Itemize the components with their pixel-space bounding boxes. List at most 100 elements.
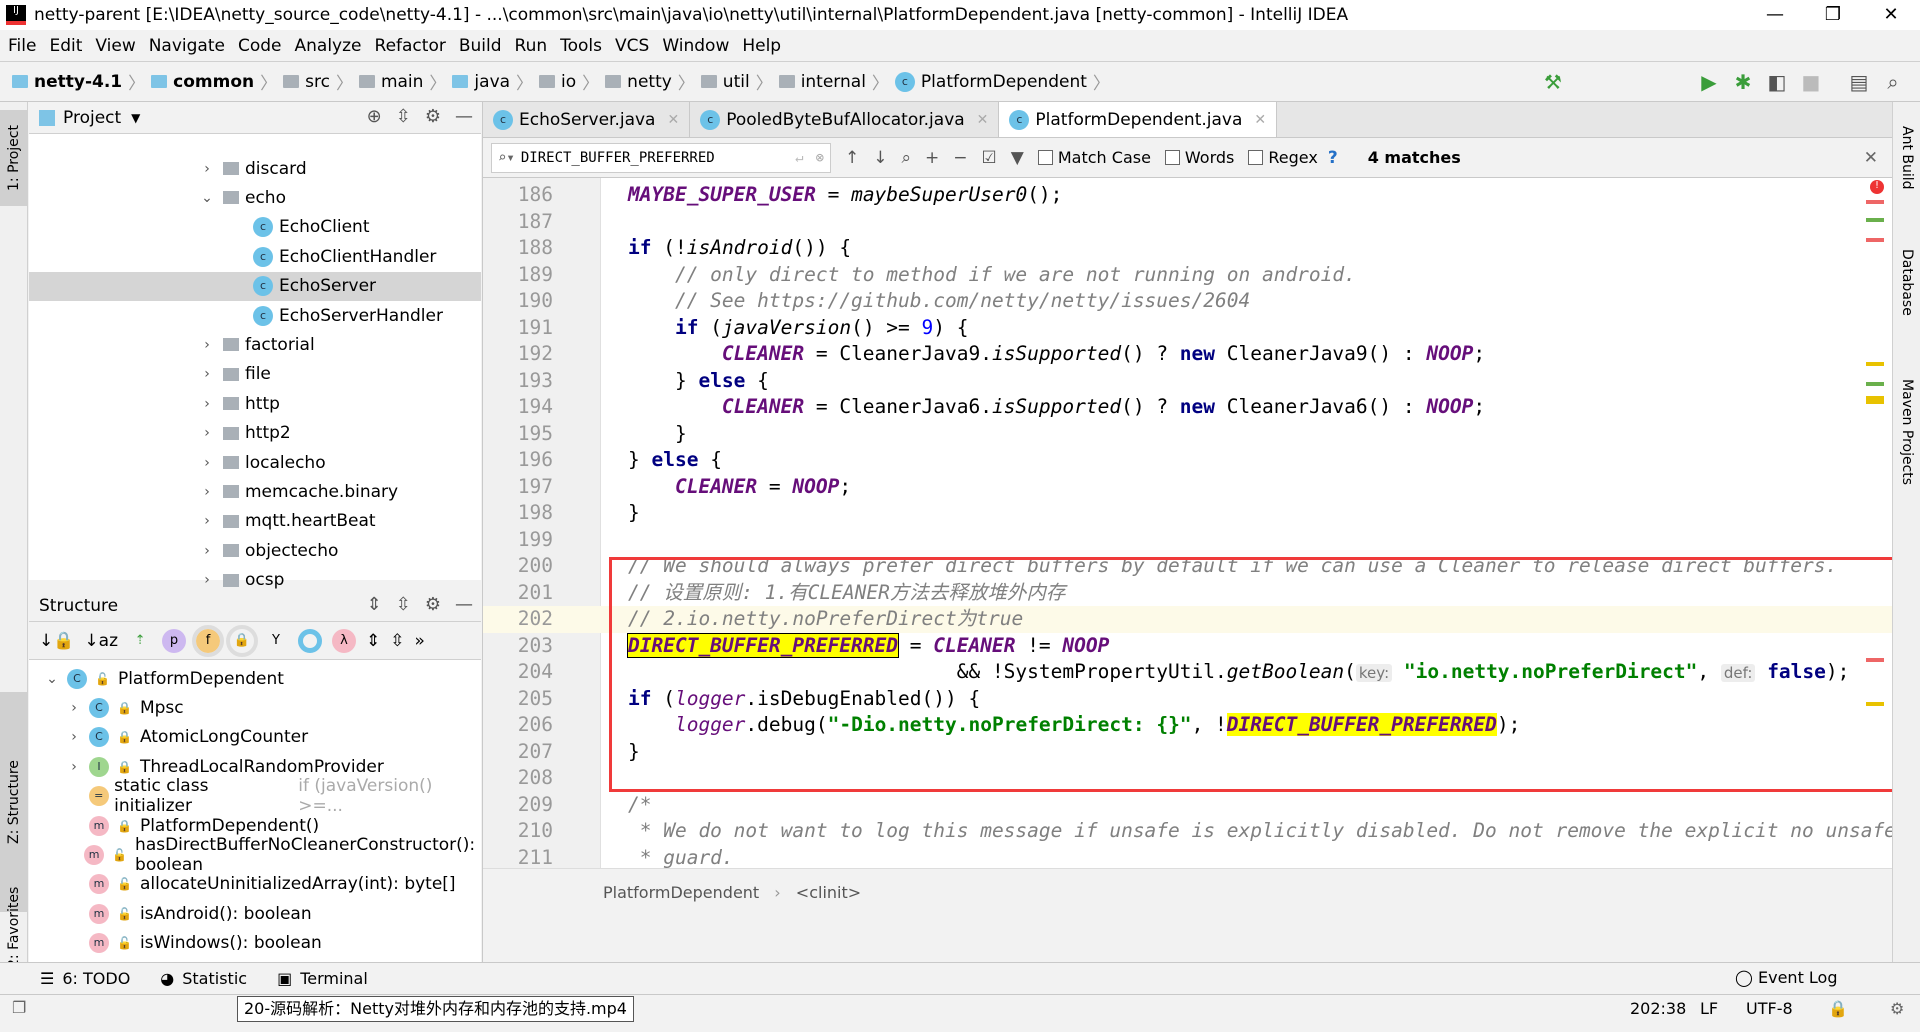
chevron-right-icon[interactable]: ›: [199, 396, 215, 412]
file-encoding[interactable]: UTF-8: [1746, 999, 1793, 1018]
structure-item[interactable]: › C 🔒 AtomicLongCounter: [29, 723, 481, 752]
chevron-icon[interactable]: ›: [59, 759, 89, 775]
breadcrumb-item[interactable]: util 〉: [700, 69, 773, 94]
menu-code[interactable]: Code: [238, 36, 282, 56]
run-icon[interactable]: ▶: [1696, 70, 1722, 94]
tree-item-file[interactable]: › file: [29, 360, 481, 389]
tree-item-discard[interactable]: › discard: [29, 154, 481, 183]
crumb-method[interactable]: <clinit>: [796, 883, 861, 902]
chevron-right-icon[interactable]: ›: [199, 543, 215, 559]
collapse-all-icon[interactable]: ⇳: [396, 106, 411, 127]
structure-item[interactable]: › C 🔒 Mpsc: [29, 693, 481, 722]
menu-refactor[interactable]: Refactor: [375, 36, 446, 56]
tree-item-EchoServerHandler[interactable]: c EchoServerHandler: [29, 301, 481, 330]
stop-icon[interactable]: ■: [1798, 70, 1824, 94]
error-indicator-icon[interactable]: !: [1870, 180, 1884, 194]
sort-alphabetically-icon[interactable]: ↓az: [84, 631, 118, 651]
breadcrumb-item[interactable]: c PlatformDependent 〉: [894, 69, 1110, 94]
event-log-button[interactable]: ◯ Event Log: [1735, 968, 1838, 987]
chevron-right-icon[interactable]: ›: [199, 161, 215, 177]
crumb-class[interactable]: PlatformDependent: [603, 883, 759, 902]
tree-item-memcache.binary[interactable]: › memcache.binary: [29, 477, 481, 506]
code-area[interactable]: 186 MAYBE_SUPER_USER = maybeSuperUser0();…: [483, 178, 1893, 868]
menu-view[interactable]: View: [95, 36, 135, 56]
match-case-checkbox[interactable]: Match Case: [1037, 148, 1151, 167]
breadcrumb-item[interactable]: src 〉: [283, 69, 353, 94]
show-non-public-icon[interactable]: 🔒: [226, 624, 259, 657]
hide-panel-icon[interactable]: —: [455, 594, 473, 615]
chevron-icon[interactable]: ⌄: [37, 671, 67, 687]
project-tool-tab[interactable]: 1: Project: [0, 110, 28, 206]
menu-build[interactable]: Build: [459, 36, 502, 56]
change-stripe-mark[interactable]: [1866, 382, 1884, 386]
menu-help[interactable]: Help: [742, 36, 781, 56]
tree-item-EchoClientHandler[interactable]: c EchoClientHandler: [29, 242, 481, 271]
tree-item-EchoServer[interactable]: c EchoServer: [29, 271, 481, 301]
select-all-icon[interactable]: ☑: [982, 148, 997, 168]
database-tool-tab[interactable]: Database: [1893, 232, 1920, 332]
line-separator[interactable]: LF: [1700, 999, 1718, 1018]
show-lambdas-circle-icon[interactable]: [298, 628, 323, 653]
search-stripe-mark[interactable]: [1866, 702, 1884, 706]
sort-by-visibility-icon[interactable]: ↓🔒: [39, 631, 74, 651]
code-line[interactable]: 186 MAYBE_SUPER_USER = maybeSuperUser0();: [483, 182, 1893, 209]
structure-item[interactable]: m 🔓 allocateUninitializedArray(int): byte[…: [29, 870, 481, 899]
tab-EchoServer.java[interactable]: c EchoServer.java ✕: [483, 102, 691, 137]
breadcrumb-item[interactable]: internal 〉: [778, 69, 889, 94]
code-line[interactable]: 193 } else {: [483, 368, 1893, 395]
menu-vcs[interactable]: VCS: [615, 36, 649, 56]
menu-tools[interactable]: Tools: [560, 36, 602, 56]
code-line[interactable]: 196} else {: [483, 447, 1893, 474]
remove-occurrence-icon[interactable]: −: [953, 148, 967, 168]
tree-item-factorial[interactable]: › factorial: [29, 330, 481, 359]
show-properties-icon[interactable]: p: [162, 628, 187, 653]
tree-item-echo[interactable]: ⌄ echo: [29, 183, 481, 212]
close-tab-icon[interactable]: ✕: [977, 112, 989, 128]
next-match-icon[interactable]: ↓: [873, 148, 887, 168]
breadcrumb-item[interactable]: common 〉: [151, 69, 277, 94]
code-line[interactable]: 211 * guard.: [483, 845, 1893, 869]
show-anonymous-icon[interactable]: Y: [264, 629, 288, 653]
locate-icon[interactable]: ⊕: [367, 106, 382, 127]
close-tab-icon[interactable]: ✕: [667, 112, 679, 128]
maximize-button[interactable]: ❐: [1804, 0, 1862, 30]
gear-icon[interactable]: ⚙: [425, 106, 441, 127]
filter-icon[interactable]: ▼: [1011, 148, 1024, 168]
lock-icon[interactable]: 🔒: [1828, 999, 1848, 1018]
tree-item-EchoClient[interactable]: c EchoClient: [29, 213, 481, 242]
inspector-icon[interactable]: ⚙: [1890, 999, 1904, 1018]
build-hammer-icon[interactable]: ⚒: [1540, 70, 1566, 94]
structure-item[interactable]: m 🔓 hasDirectBufferNoCleanerConstructor():…: [29, 835, 481, 875]
maven-tool-tab[interactable]: Maven Projects: [1893, 357, 1920, 507]
chevron-right-icon[interactable]: ›: [199, 572, 215, 588]
breadcrumb-item[interactable]: netty 〉: [605, 69, 695, 94]
close-window-button[interactable]: ✕: [1862, 0, 1920, 30]
tree-item-mqtt.heartBeat[interactable]: › mqtt.heartBeat: [29, 507, 481, 536]
caret-position[interactable]: 202:38: [1630, 999, 1686, 1018]
project-structure-icon[interactable]: ▤: [1846, 70, 1872, 94]
code-line[interactable]: 191 if (javaVersion() >= 9) {: [483, 315, 1893, 342]
more-icon[interactable]: »: [415, 631, 425, 651]
chevron-right-icon[interactable]: ›: [199, 337, 215, 353]
search-icon[interactable]: ⌕▾: [498, 150, 515, 166]
code-line[interactable]: 194 CLEANER = CleanerJava6.isSupported()…: [483, 394, 1893, 421]
code-line[interactable]: 195 }: [483, 421, 1893, 448]
menu-edit[interactable]: Edit: [49, 36, 82, 56]
search-stripe-mark[interactable]: [1866, 396, 1884, 404]
words-checkbox[interactable]: Words: [1164, 148, 1234, 167]
tree-item-http[interactable]: › http: [29, 389, 481, 418]
tool-window-Statistic[interactable]: ◕ Statistic: [160, 969, 247, 988]
show-fields-icon[interactable]: f: [192, 624, 225, 657]
add-occurrence-icon[interactable]: +: [925, 148, 939, 168]
code-line[interactable]: 187: [483, 209, 1893, 236]
tree-item-objectecho[interactable]: › objectecho: [29, 536, 481, 565]
code-line[interactable]: 197 CLEANER = NOOP;: [483, 474, 1893, 501]
close-tab-icon[interactable]: ✕: [1254, 112, 1266, 128]
error-stripe-mark[interactable]: [1866, 658, 1884, 662]
newline-icon[interactable]: ↵: [795, 150, 803, 166]
regex-checkbox[interactable]: Regex: [1248, 148, 1318, 167]
breadcrumb-item[interactable]: netty-4.1 〉: [12, 69, 145, 94]
breadcrumb-item[interactable]: io 〉: [539, 69, 599, 94]
lambda-icon[interactable]: λ: [332, 628, 357, 653]
code-line[interactable]: 188 if (!isAndroid()) {: [483, 235, 1893, 262]
